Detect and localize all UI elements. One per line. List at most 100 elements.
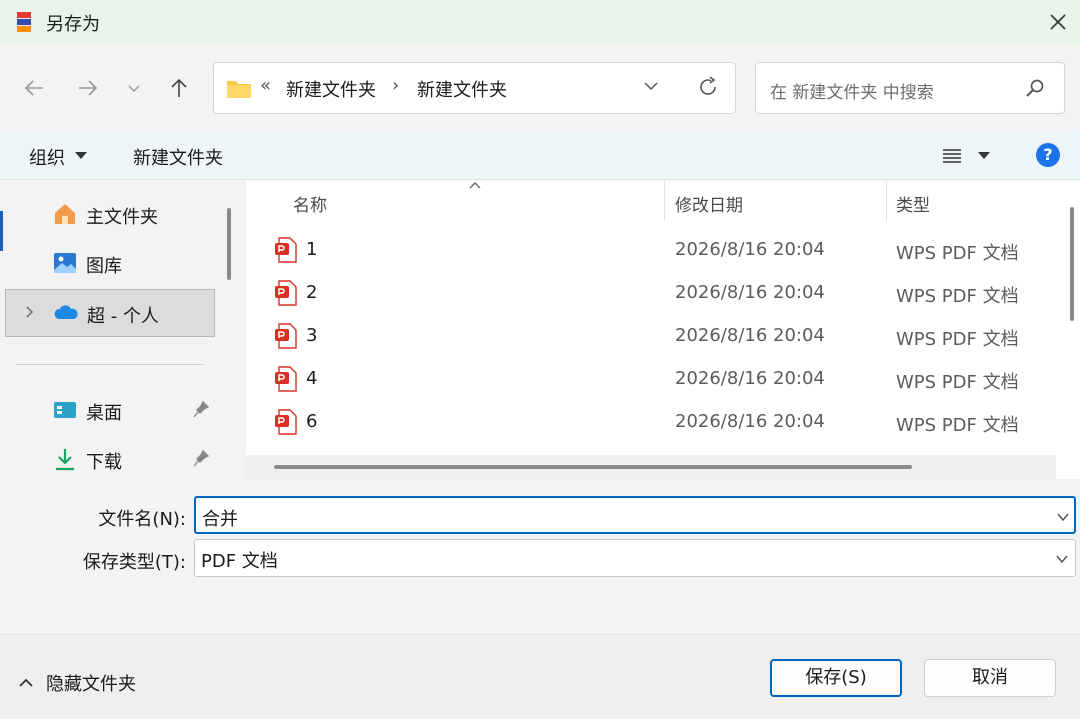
folder-icon [227,81,251,98]
chevron-down-icon[interactable] [1056,510,1070,524]
sidebar-divider [16,364,203,365]
column-header-date[interactable]: 修改日期 [675,191,743,216]
pin-icon[interactable] [193,450,209,468]
table-row[interactable]: 1 2026/8/16 20:04 WPS PDF 文档 [274,229,1054,272]
file-list-horizontal-scrollbar[interactable] [274,465,912,469]
download-icon [56,449,74,471]
dialog-footer: 隐藏文件夹 保存(S) 取消 [0,634,1080,719]
filename-field[interactable]: 合并 [194,496,1076,534]
chevron-right-icon[interactable] [22,304,38,320]
file-type: WPS PDF 文档 [896,243,1019,264]
file-name: 3 [306,325,318,346]
save-as-dialog: 另存为 « 新建文件夹 › 新建文件夹 在 新建文件夹 中搜索 组织 新建文件夹… [0,0,1080,719]
column-header-type[interactable]: 类型 [896,191,930,216]
hide-folders-toggle[interactable]: 隐藏文件夹 [18,670,136,696]
organize-caret-icon[interactable] [75,152,87,159]
window-title: 另存为 [46,14,100,35]
file-type: WPS PDF 文档 [896,286,1019,307]
filename-value[interactable]: 合并 [202,505,238,531]
file-date: 2026/8/16 20:04 [675,325,825,346]
forward-button[interactable] [72,72,104,104]
breadcrumb-item[interactable]: 新建文件夹 [417,76,507,102]
refresh-icon[interactable] [696,75,720,99]
back-button[interactable] [18,72,50,104]
sidebar-item-label: 主文件夹 [86,207,158,228]
pane-edge-indicator [0,211,3,251]
table-row[interactable]: 3 2026/8/16 20:04 WPS PDF 文档 [274,315,1054,358]
sidebar-item-desktop[interactable]: 桌面 [5,387,215,435]
sidebar-item-downloads[interactable]: 下载 [5,436,215,479]
filetype-value: PDF 文档 [201,551,278,572]
column-divider[interactable] [664,181,665,221]
table-row[interactable]: 6 2026/8/16 20:04 WPS PDF 文档 [274,401,1054,444]
cancel-button[interactable]: 取消 [924,659,1056,697]
sidebar-item-home[interactable]: 主文件夹 [5,191,215,239]
file-type: WPS PDF 文档 [896,415,1019,436]
pdf-file-icon [275,409,297,435]
new-folder-button[interactable]: 新建文件夹 [133,144,223,170]
sidebar-item-gallery[interactable]: 图库 [5,240,215,288]
view-options-caret-icon[interactable] [978,152,990,159]
navigation-bar: « 新建文件夹 › 新建文件夹 在 新建文件夹 中搜索 [0,44,1080,132]
arrow-right-icon [79,80,98,96]
file-name: 2 [306,282,318,303]
arrow-up-icon [171,78,187,97]
view-list-icon[interactable] [942,146,962,166]
chevron-down-icon [128,85,140,93]
close-icon [1050,14,1066,30]
file-name: 4 [306,368,318,389]
save-options-panel: 文件名(N): 合并 保存类型(T): PDF 文档 隐藏文件夹 保存(S) 取… [0,479,1080,719]
filetype-select[interactable]: PDF 文档 [194,539,1076,577]
file-date: 2026/8/16 20:04 [675,282,825,303]
breadcrumb-overflow[interactable]: « [260,75,271,96]
filename-label: 文件名(N): [98,509,186,530]
chevron-down-icon[interactable] [1055,552,1069,566]
file-date: 2026/8/16 20:04 [675,411,825,432]
pdf-file-icon [275,366,297,392]
recent-locations-button[interactable] [118,72,150,104]
organize-menu[interactable]: 组织 [29,144,65,170]
desktop-icon [54,402,76,418]
pdf-file-icon [275,280,297,306]
table-row[interactable]: 4 2026/8/16 20:04 WPS PDF 文档 [274,358,1054,401]
file-list-vertical-scrollbar[interactable] [1070,207,1074,321]
sidebar-item-label: 桌面 [86,403,122,424]
up-button[interactable] [163,72,195,104]
column-header-name[interactable]: 名称 [293,191,327,216]
cloud-icon [54,305,78,319]
file-date: 2026/8/16 20:04 [675,239,825,260]
sidebar-scrollbar[interactable] [227,208,231,280]
sidebar-item-label: 图库 [86,256,122,277]
sidebar-item-label: 超 - 个人 [87,306,159,327]
file-type: WPS PDF 文档 [896,372,1019,393]
app-icon [17,12,31,32]
address-bar[interactable]: « 新建文件夹 › 新建文件夹 [213,62,736,114]
help-button[interactable]: ? [1036,143,1060,167]
navigation-pane: 主文件夹 图库 超 - 个人 桌面 下载 [0,181,244,479]
search-box[interactable]: 在 新建文件夹 中搜索 [755,62,1065,114]
close-button[interactable] [1040,4,1076,40]
address-dropdown-icon[interactable] [642,77,660,95]
home-icon [55,204,75,224]
arrow-left-icon [24,80,43,96]
chevron-up-icon [19,678,33,687]
sort-ascending-icon [469,182,481,189]
search-icon [1026,79,1044,97]
search-placeholder: 在 新建文件夹 中搜索 [770,83,934,103]
pdf-file-icon [275,323,297,349]
file-type: WPS PDF 文档 [896,329,1019,350]
file-name: 6 [306,411,318,432]
breadcrumb-separator[interactable]: › [392,75,399,96]
command-bar: 组织 新建文件夹 ? [0,132,1080,180]
hide-folders-label: 隐藏文件夹 [46,674,136,695]
table-row[interactable]: 2 2026/8/16 20:04 WPS PDF 文档 [274,272,1054,315]
column-divider[interactable] [886,181,887,221]
file-list-horizontal-scroll-track[interactable] [246,455,1056,479]
pdf-file-icon [275,237,297,263]
breadcrumb-item[interactable]: 新建文件夹 [286,76,376,102]
file-list: 名称 修改日期 类型 1 2026/8/16 20:04 WPS PDF 文档 … [246,181,1080,479]
save-button[interactable]: 保存(S) [770,659,902,697]
file-name: 1 [306,239,318,260]
sidebar-item-onedrive-personal[interactable]: 超 - 个人 [5,289,215,337]
pin-icon[interactable] [193,401,209,419]
